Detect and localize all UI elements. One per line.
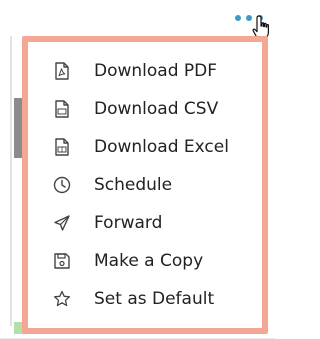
menu-item-label: Download CSV <box>94 99 219 119</box>
paper-plane-icon <box>52 213 72 233</box>
more-horizontal-icon <box>235 15 241 21</box>
menu-item-label: Download Excel <box>94 137 229 157</box>
menu-item-label: Make a Copy <box>94 251 204 271</box>
menu-item-label: Download PDF <box>94 61 218 81</box>
background-column-edge <box>10 36 12 326</box>
clock-icon <box>52 175 72 195</box>
csv-file-icon <box>52 99 72 119</box>
menu-list: Download PDF Download CSV Download Excel… <box>28 42 262 318</box>
menu-item-schedule[interactable]: Schedule <box>28 166 262 204</box>
menu-item-forward[interactable]: Forward <box>28 204 262 242</box>
pdf-file-icon <box>52 61 72 81</box>
menu-item-make-a-copy[interactable]: Make a Copy <box>28 242 262 280</box>
more-options-menu: Download PDF Download CSV Download Excel… <box>22 36 268 334</box>
menu-item-label: Schedule <box>94 175 173 195</box>
menu-item-download-csv[interactable]: Download CSV <box>28 90 262 128</box>
excel-file-icon <box>52 137 72 157</box>
star-icon <box>52 289 72 309</box>
menu-item-download-excel[interactable]: Download Excel <box>28 128 262 166</box>
page: Download PDF Download CSV Download Excel… <box>0 0 275 339</box>
floppy-disk-icon <box>52 251 72 271</box>
menu-item-set-as-default[interactable]: Set as Default <box>28 280 262 318</box>
menu-item-label: Set as Default <box>94 289 215 309</box>
menu-item-label: Forward <box>94 213 163 233</box>
menu-item-download-pdf[interactable]: Download PDF <box>28 52 262 90</box>
